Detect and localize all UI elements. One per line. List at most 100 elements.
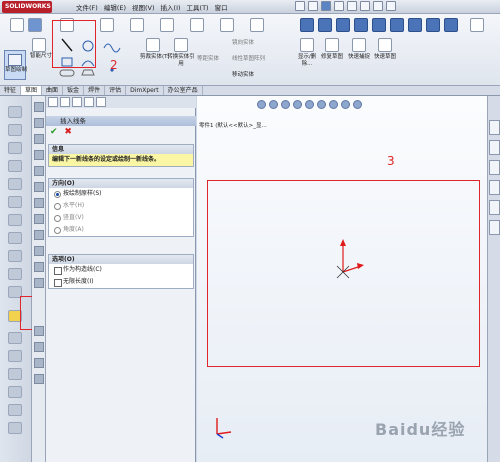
home-icon[interactable] bbox=[489, 120, 500, 135]
tool-icon[interactable] bbox=[34, 166, 44, 176]
quick-snaps-icon[interactable] bbox=[352, 38, 366, 52]
shortcut-icon[interactable] bbox=[8, 232, 22, 244]
appearance-icon[interactable] bbox=[190, 18, 204, 32]
shortcut-icon[interactable] bbox=[8, 142, 22, 154]
tab-weldments[interactable]: 焊件 bbox=[84, 86, 106, 95]
shortcut-icon[interactable] bbox=[8, 422, 22, 434]
dimxpert-tab-icon[interactable] bbox=[84, 97, 94, 107]
menu-view[interactable]: 视图(V) bbox=[132, 2, 155, 12]
cancel-button[interactable]: ✖ bbox=[64, 127, 72, 137]
view-right-icon[interactable] bbox=[354, 18, 368, 32]
polygon-icon[interactable] bbox=[81, 69, 95, 76]
repair-sketch-icon[interactable] bbox=[325, 38, 339, 52]
sketch-button[interactable]: 草图绘制 bbox=[4, 50, 27, 80]
tab-features[interactable]: 特征 bbox=[0, 86, 22, 95]
smart-dimension-icon[interactable] bbox=[32, 38, 46, 52]
hide-show-icon[interactable] bbox=[329, 100, 338, 109]
scene-icon[interactable] bbox=[353, 100, 362, 109]
zoom-area-icon[interactable] bbox=[269, 100, 278, 109]
shortcut-icon[interactable] bbox=[8, 178, 22, 190]
tab-office-products[interactable]: 办公室产品 bbox=[164, 86, 203, 95]
view-icon[interactable] bbox=[28, 18, 42, 32]
shortcut-icon[interactable] bbox=[8, 386, 22, 398]
info-group-header[interactable]: 信息 bbox=[49, 145, 193, 154]
offset-entities-label[interactable]: 等距实体 bbox=[197, 56, 219, 63]
orientation-horizontal-radio[interactable]: 水平(H) bbox=[49, 200, 193, 212]
graphics-area[interactable]: 零件1 (默认<<默认>_显... 3 Baidu经验 bbox=[197, 96, 487, 462]
linear-pattern-label[interactable]: 线性草图阵列 bbox=[232, 56, 265, 63]
shortcut-icon[interactable] bbox=[8, 268, 22, 280]
tool-icon[interactable] bbox=[34, 150, 44, 160]
tool-icon[interactable] bbox=[34, 230, 44, 240]
tool-icon[interactable] bbox=[34, 326, 44, 336]
orientation-as-sketched-radio[interactable]: 按绘制原样(S) bbox=[49, 188, 193, 200]
menu-window[interactable]: 窗口 bbox=[215, 2, 228, 12]
menu-tools[interactable]: 工具(T) bbox=[187, 2, 209, 12]
shortcut-icon[interactable] bbox=[8, 332, 22, 344]
tool-icon[interactable] bbox=[34, 214, 44, 224]
spline-icon[interactable] bbox=[103, 43, 121, 53]
camera-icon[interactable] bbox=[10, 18, 24, 32]
tool-icon[interactable] bbox=[34, 262, 44, 272]
shortcut-icon[interactable] bbox=[8, 214, 22, 226]
menu-edit[interactable]: 编辑(E) bbox=[104, 2, 126, 12]
tab-surfaces[interactable]: 曲面 bbox=[42, 86, 64, 95]
shortcut-icon[interactable] bbox=[8, 404, 22, 416]
new-icon[interactable] bbox=[295, 1, 305, 11]
view-palette-icon[interactable] bbox=[489, 180, 500, 195]
tool-icon[interactable] bbox=[34, 374, 44, 384]
tool-icon[interactable] bbox=[34, 358, 44, 368]
appearances-icon[interactable] bbox=[489, 200, 500, 215]
view-top-icon[interactable] bbox=[372, 18, 386, 32]
shortcut-icon[interactable] bbox=[8, 160, 22, 172]
select-icon[interactable] bbox=[360, 1, 370, 11]
section-view-icon[interactable] bbox=[293, 100, 302, 109]
display-style-icon[interactable] bbox=[317, 100, 326, 109]
display-icon[interactable] bbox=[160, 18, 174, 32]
shortcut-icon[interactable] bbox=[8, 106, 22, 118]
options-icon[interactable] bbox=[386, 1, 396, 11]
tool-icon[interactable] bbox=[34, 246, 44, 256]
shortcut-icon[interactable] bbox=[8, 368, 22, 380]
view-orientation-icon[interactable] bbox=[305, 100, 314, 109]
previous-view-icon[interactable] bbox=[281, 100, 290, 109]
view-left-icon[interactable] bbox=[336, 18, 350, 32]
convert-entities-icon[interactable] bbox=[174, 38, 188, 52]
display-delete-relations-icon[interactable] bbox=[300, 38, 314, 52]
trim-entities-icon[interactable] bbox=[146, 38, 160, 52]
undo-icon[interactable] bbox=[347, 1, 357, 11]
view-back-icon[interactable] bbox=[318, 18, 332, 32]
orientation-group-header[interactable]: 方向(O) bbox=[49, 179, 193, 188]
orientation-vertical-radio[interactable]: 竖直(V) bbox=[49, 212, 193, 224]
menu-file[interactable]: 文件(F) bbox=[76, 2, 98, 12]
ok-button[interactable]: ✔ bbox=[50, 127, 58, 137]
tab-sheet-metal[interactable]: 钣金 bbox=[63, 86, 85, 95]
shortcut-icon[interactable] bbox=[8, 350, 22, 362]
file-explorer-icon[interactable] bbox=[489, 160, 500, 175]
config-manager-tab-icon[interactable] bbox=[72, 97, 82, 107]
rotate-icon[interactable] bbox=[100, 18, 114, 32]
tool-icon[interactable] bbox=[34, 198, 44, 208]
tool-icon[interactable] bbox=[34, 278, 44, 288]
zoom-to-fit-icon[interactable] bbox=[257, 100, 266, 109]
display-manager-tab-icon[interactable] bbox=[96, 97, 106, 107]
view-front-icon[interactable] bbox=[300, 18, 314, 32]
view-iso-icon[interactable] bbox=[408, 18, 422, 32]
view-dimetric-icon[interactable] bbox=[444, 18, 458, 32]
rebuild-icon[interactable] bbox=[373, 1, 383, 11]
tool-icon[interactable] bbox=[34, 342, 44, 352]
view-bottom-icon[interactable] bbox=[390, 18, 404, 32]
custom-properties-icon[interactable] bbox=[489, 220, 500, 235]
tool-icon[interactable] bbox=[34, 118, 44, 128]
save-icon[interactable] bbox=[321, 1, 331, 11]
menu-insert[interactable]: 插入(I) bbox=[161, 2, 181, 12]
shortcut-icon[interactable] bbox=[8, 124, 22, 136]
construction-line-checkbox[interactable]: 作为构造线(C) bbox=[49, 264, 193, 276]
options-group-header[interactable]: 选项(O) bbox=[49, 255, 193, 264]
tool-icon[interactable] bbox=[34, 182, 44, 192]
tab-sketch[interactable]: 草图 bbox=[21, 86, 43, 95]
tool-icon[interactable] bbox=[34, 102, 44, 112]
shortcut-icon[interactable] bbox=[8, 250, 22, 262]
scene-icon[interactable] bbox=[220, 18, 234, 32]
tab-evaluate[interactable]: 评估 bbox=[105, 86, 127, 95]
